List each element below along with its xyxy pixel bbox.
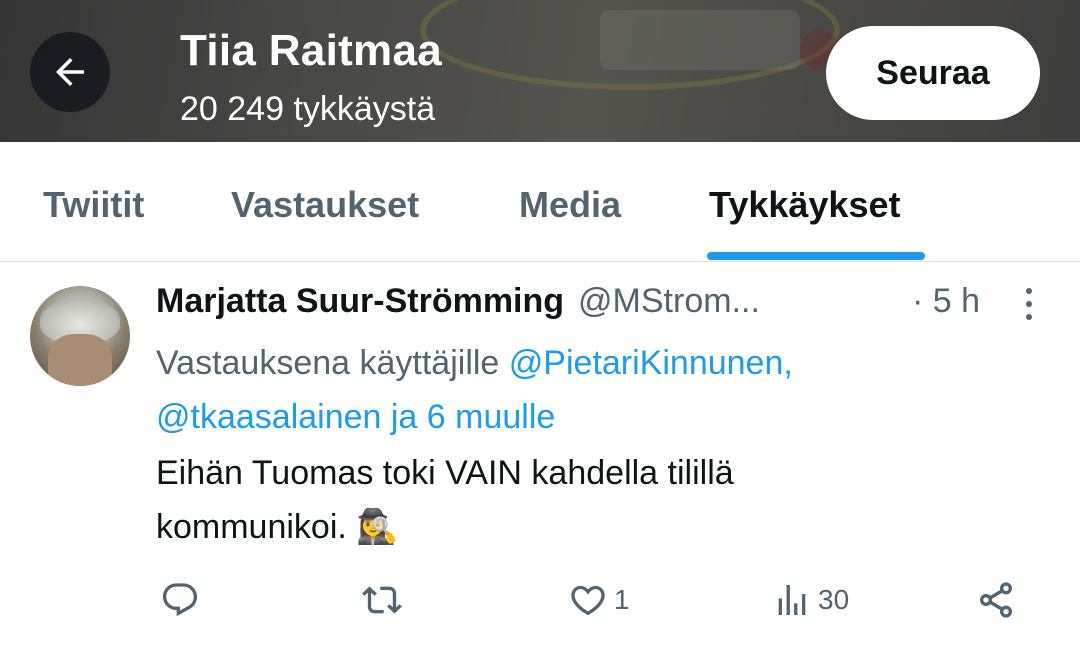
views-count: 30	[818, 584, 850, 615]
tweet-text-line: kommunikoi. 🕵️‍♀️	[156, 508, 399, 546]
tab-media[interactable]: Media	[519, 184, 621, 226]
reply-context: Vastauksena käyttäjille @PietariKinnunen…	[156, 336, 1036, 444]
tab-replies[interactable]: Vastaukset	[231, 184, 419, 226]
tweet-text-line: Eihän Tuomas toki VAIN kahdella tilillä	[156, 454, 734, 492]
reply-button[interactable]	[160, 578, 206, 622]
reply-prefix: Vastauksena käyttäjille	[156, 344, 509, 382]
back-button[interactable]	[30, 32, 110, 112]
avatar-face	[48, 334, 112, 386]
author-handle[interactable]: @MStrom...	[578, 282, 760, 321]
share-icon	[980, 582, 1012, 618]
views-button[interactable]: 30	[772, 578, 849, 622]
active-tab-indicator	[707, 252, 925, 260]
share-button[interactable]	[976, 578, 1016, 622]
more-options-icon[interactable]	[1018, 286, 1040, 322]
tab-tweets[interactable]: Twiitit	[43, 184, 144, 226]
profile-header: Tiia Raitmaa 20 249 tykkäystä Seuraa	[0, 0, 1080, 142]
author-name[interactable]: Marjatta Suur-Strömming	[156, 282, 564, 321]
tab-likes[interactable]: Tykkäykset	[709, 184, 900, 226]
reply-icon	[162, 583, 198, 617]
tweet-author-line: Marjatta Suur-Strömming @MStrom...	[156, 282, 760, 326]
likes-count: 20 249 tykkäystä	[180, 90, 436, 128]
arrow-left-icon	[56, 58, 84, 86]
views-icon	[778, 585, 806, 615]
tweet-text: Eihän Tuomas toki VAIN kahdella tilillä …	[156, 446, 1036, 554]
like-button[interactable]: 1	[568, 578, 630, 622]
profile-name: Tiia Raitmaa	[180, 26, 443, 75]
follow-button[interactable]: Seuraa	[826, 26, 1040, 120]
retweet-icon	[362, 586, 402, 614]
heart-icon	[571, 585, 605, 616]
retweet-button[interactable]	[362, 578, 408, 622]
avatar[interactable]	[30, 286, 130, 386]
like-count: 1	[614, 584, 630, 615]
tweet-time[interactable]: · 5 h	[912, 282, 980, 321]
mention-link[interactable]: @tkaasalainen ja 6 muulle	[156, 398, 555, 436]
mention-link[interactable]: @PietariKinnunen,	[509, 344, 793, 382]
profile-tabs: Twiitit Vastaukset Media Tykkäykset	[0, 142, 1080, 262]
